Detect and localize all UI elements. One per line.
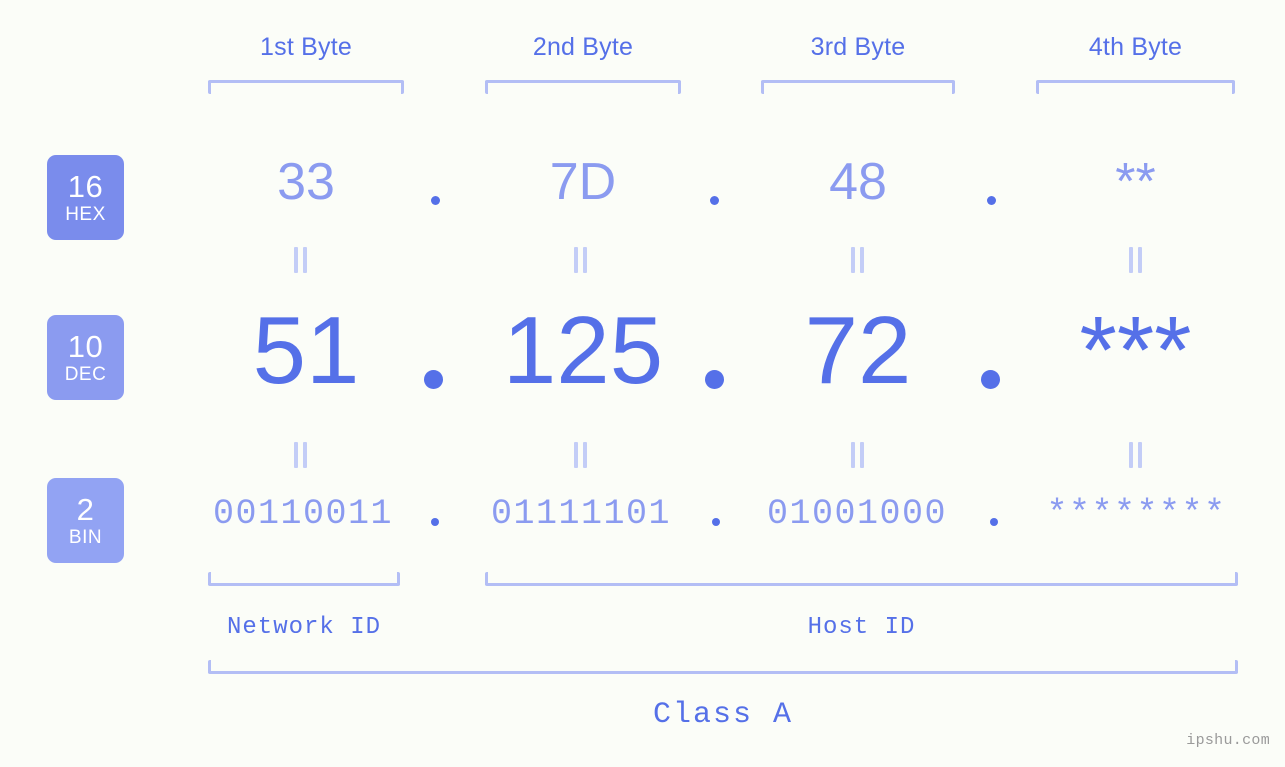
- network-id-bracket: [208, 572, 400, 586]
- dec-dot-1: [424, 370, 443, 389]
- dec-byte-2: 125: [502, 297, 664, 404]
- radix-badge-bin-number: 2: [76, 492, 95, 527]
- radix-badge-hex-name: HEX: [65, 204, 106, 225]
- byte-header-4: 4th Byte: [1088, 33, 1183, 61]
- byte-bracket-2: [485, 80, 681, 94]
- bin-dot-3: [990, 518, 998, 526]
- hex-byte-3: 48: [829, 153, 887, 211]
- equals-marker-dec-bin-4: [1129, 442, 1143, 468]
- equals-marker-dec-bin-3: [851, 442, 865, 468]
- hex-byte-2: 7D: [549, 153, 617, 211]
- bin-dot-1: [431, 518, 439, 526]
- bin-byte-1: 00110011: [212, 494, 394, 534]
- radix-badge-bin-name: BIN: [68, 527, 103, 548]
- byte-bracket-4: [1036, 80, 1235, 94]
- equals-marker-hex-dec-2: [574, 247, 588, 273]
- equals-marker-hex-dec-4: [1129, 247, 1143, 273]
- dec-dot-2: [705, 370, 724, 389]
- radix-badge-dec-number: 10: [67, 329, 104, 364]
- host-id-label: Host ID: [807, 614, 916, 641]
- hex-byte-4: **: [1115, 153, 1156, 211]
- hex-dot-3: [987, 196, 996, 205]
- byte-header-3: 3rd Byte: [810, 33, 906, 61]
- radix-badge-hex[interactable]: 16 HEX: [47, 155, 124, 240]
- dec-byte-1: 51: [252, 297, 360, 404]
- hex-dot-1: [431, 196, 440, 205]
- radix-badge-bin[interactable]: 2 BIN: [47, 478, 124, 563]
- bin-byte-4: ********: [1046, 494, 1227, 534]
- hex-dot-2: [710, 196, 719, 205]
- host-id-bracket: [485, 572, 1238, 586]
- equals-marker-dec-bin-2: [574, 442, 588, 468]
- bin-dot-2: [712, 518, 720, 526]
- radix-badge-hex-number: 16: [67, 169, 104, 204]
- network-id-label: Network ID: [226, 614, 382, 641]
- diagram-canvas: 1st Byte 2nd Byte 3rd Byte 4th Byte 16 H…: [0, 0, 1285, 767]
- equals-marker-hex-dec-3: [851, 247, 865, 273]
- dec-byte-4: ***: [1079, 297, 1192, 404]
- byte-bracket-3: [761, 80, 955, 94]
- byte-bracket-1: [208, 80, 404, 94]
- equals-marker-dec-bin-1: [294, 442, 308, 468]
- site-watermark: ipshu.com: [1186, 732, 1270, 749]
- radix-badge-dec[interactable]: 10 DEC: [47, 315, 124, 400]
- hex-byte-1: 33: [277, 153, 335, 211]
- radix-badge-dec-name: DEC: [64, 364, 107, 385]
- address-class-label: Class A: [652, 698, 794, 732]
- equals-marker-hex-dec-1: [294, 247, 308, 273]
- bin-byte-2: 01111101: [490, 494, 672, 534]
- byte-header-2: 2nd Byte: [532, 33, 634, 61]
- bin-byte-3: 01001000: [766, 494, 948, 534]
- dec-byte-3: 72: [804, 297, 912, 404]
- byte-header-1: 1st Byte: [260, 33, 352, 61]
- class-bracket: [208, 660, 1238, 674]
- dec-dot-3: [981, 370, 1000, 389]
